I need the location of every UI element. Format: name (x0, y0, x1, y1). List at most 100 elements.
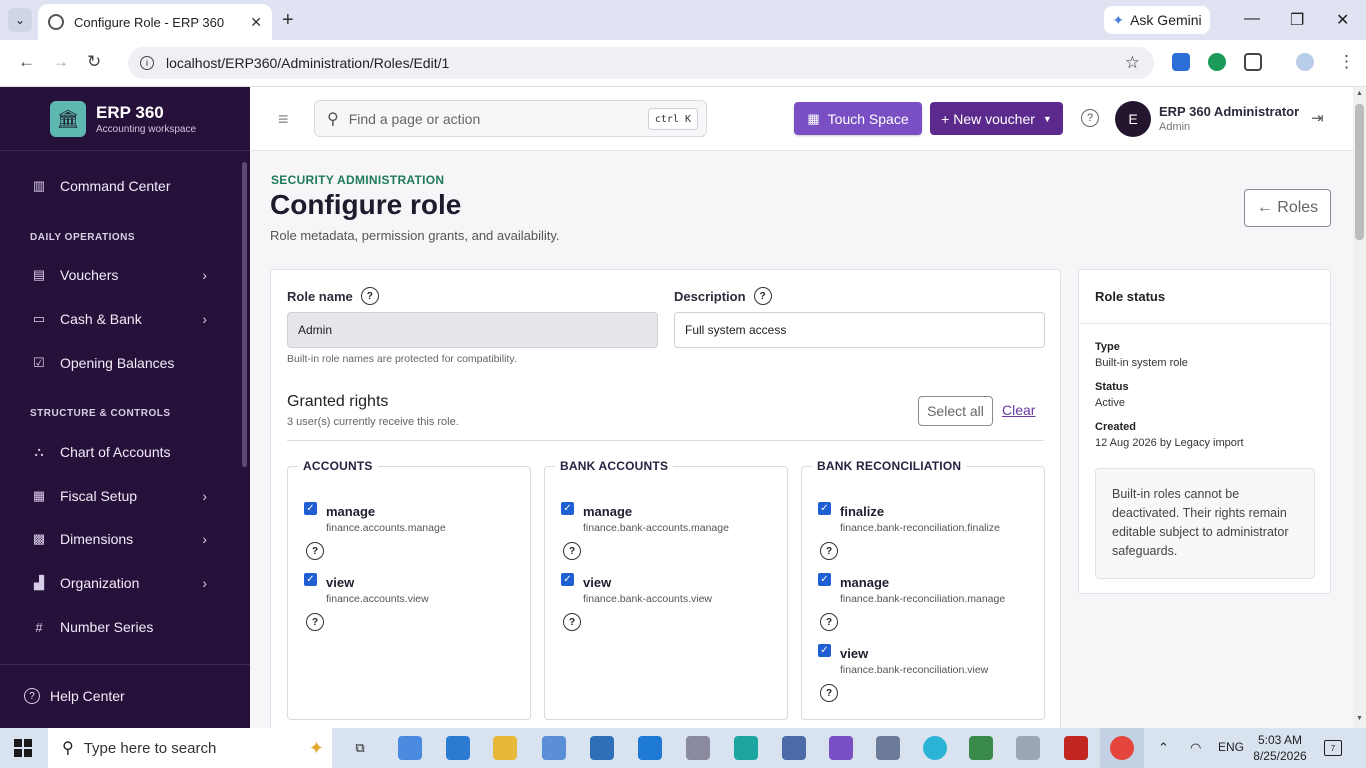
sidebar-item-fiscal-setup[interactable]: ▦ Fiscal Setup › (30, 484, 215, 508)
wifi-icon[interactable]: ◠ (1190, 740, 1201, 756)
new-voucher-button[interactable]: + New voucher ▼ (930, 102, 1063, 135)
extension-blue-icon[interactable] (1172, 53, 1190, 71)
tray-chevron-icon[interactable]: ⌃ (1158, 740, 1169, 756)
page-scrollbar[interactable]: ▲ ▼ (1353, 87, 1366, 728)
reload-icon[interactable]: ↻ (87, 52, 101, 72)
permission-group-bank-reconciliation: BANK RECONCILIATION ✓ finalize finance.b… (801, 459, 1045, 720)
sidebar-item-label: Organization (60, 575, 140, 591)
help-circle-icon[interactable]: ? (306, 613, 324, 631)
scroll-up-icon[interactable]: ▲ (1356, 90, 1363, 97)
grid-icon: ▩ (32, 531, 46, 546)
notepad-icon[interactable] (969, 736, 993, 760)
tab-search-icon[interactable]: ⌄ (8, 8, 32, 32)
chevron-right-icon: › (202, 267, 207, 283)
url-text: localhost/ERP360/Administration/Roles/Ed… (166, 55, 450, 71)
help-circle-icon[interactable]: ? (820, 684, 838, 702)
sidebar-item-number-series[interactable]: # Number Series (30, 615, 215, 639)
checkbox-checked[interactable]: ✓ (561, 502, 574, 515)
search-input[interactable]: ⚲ Find a page or action ctrl K (314, 100, 707, 137)
help-icon[interactable]: ? (1081, 109, 1099, 127)
restore-icon[interactable]: ❐ (1290, 10, 1304, 30)
help-circle-icon[interactable]: ? (563, 542, 581, 560)
checkbox-checked[interactable]: ✓ (561, 573, 574, 586)
close-tab-icon[interactable]: ✕ (250, 14, 262, 31)
canva-icon[interactable] (923, 736, 947, 760)
sidebar-item-chart-of-accounts[interactable]: ⛬ Chart of Accounts (30, 440, 215, 464)
notifications-icon[interactable]: 7 (1324, 740, 1342, 756)
taskbar-search-input[interactable]: ⚲ Type here to search ✦ (48, 728, 332, 768)
checkbox-checked[interactable]: ✓ (304, 502, 317, 515)
filezilla-icon[interactable] (1064, 736, 1088, 760)
sidebar-item-command-center[interactable]: ▥ Command Center (30, 174, 215, 198)
sidebar-item-opening-balances[interactable]: ☑ Opening Balances (30, 351, 215, 375)
copilot-icon[interactable] (398, 736, 422, 760)
sidebar-item-cash-bank[interactable]: ▭ Cash & Bank › (30, 307, 215, 331)
logout-icon[interactable]: ⇥ (1311, 109, 1324, 127)
database-icon[interactable] (782, 736, 806, 760)
description-field[interactable]: Full system access (674, 312, 1045, 348)
help-circle-icon[interactable]: ? (820, 542, 838, 560)
ask-gemini-button[interactable]: ✦ Ask Gemini (1104, 6, 1210, 34)
sidebar-item-vouchers[interactable]: ▤ Vouchers › (30, 263, 215, 287)
clock[interactable]: 5:03 AM 8/25/2026 (1250, 732, 1310, 764)
address-bar: ← → ↻ i localhost/ERP360/Administration/… (0, 40, 1366, 87)
hash-icon: # (35, 619, 43, 635)
scroll-down-icon[interactable]: ▼ (1356, 715, 1363, 722)
help-circle-icon[interactable]: ? (563, 613, 581, 631)
extensions-puzzle-icon[interactable] (1244, 53, 1262, 71)
server-icon[interactable] (1016, 736, 1040, 760)
utility-icon[interactable] (876, 736, 900, 760)
checkbox-checked[interactable]: ✓ (818, 644, 831, 657)
back-to-roles-button[interactable]: ← Roles (1244, 189, 1331, 227)
minimize-icon[interactable]: — (1244, 10, 1260, 28)
edge-icon[interactable] (734, 736, 758, 760)
sidebar-footer-divider (0, 664, 250, 665)
chrome-icon[interactable] (1110, 736, 1134, 760)
help-circle-icon[interactable]: ? (820, 613, 838, 631)
back-arrow-icon[interactable]: ← (18, 52, 35, 72)
checkbox-checked[interactable]: ✓ (304, 573, 317, 586)
language-indicator[interactable]: ENG (1218, 740, 1244, 754)
avatar[interactable]: E (1115, 101, 1151, 137)
browser-tab[interactable]: Configure Role - ERP 360 ✕ (38, 4, 272, 40)
bookmark-star-icon[interactable]: ☆ (1125, 53, 1140, 73)
shortcut-hint: ctrl K (647, 108, 698, 130)
chevron-right-icon: › (202, 488, 207, 504)
visual-studio-icon[interactable] (829, 736, 853, 760)
file-explorer-icon[interactable] (493, 736, 517, 760)
close-window-icon[interactable]: ✕ (1336, 10, 1349, 30)
app-suite-icon[interactable] (542, 736, 566, 760)
help-circle-icon[interactable]: ? (306, 542, 324, 560)
site-info-icon[interactable]: i (140, 56, 154, 70)
clock-date: 8/25/2026 (1253, 749, 1307, 763)
new-tab-button[interactable]: + (282, 9, 294, 32)
scrollbar-thumb[interactable] (1355, 104, 1364, 240)
help-circle-icon[interactable]: ? (753, 287, 772, 305)
role-name-field[interactable]: Admin (287, 312, 658, 348)
browser-menu-icon[interactable]: ⋮ (1338, 52, 1355, 72)
help-center-link[interactable]: ? Help Center (24, 688, 125, 704)
help-circle-icon[interactable]: ? (360, 287, 379, 305)
brand[interactable]: 🏛 ERP 360 Accounting workspace (50, 101, 196, 137)
vscode-icon[interactable] (638, 736, 662, 760)
clear-button[interactable]: Clear (1002, 402, 1035, 418)
touch-space-button[interactable]: ▦ Touch Space (794, 102, 922, 135)
windows-start-icon[interactable] (14, 739, 32, 757)
tools-icon[interactable] (686, 736, 710, 760)
profile-icon[interactable] (1296, 53, 1314, 71)
sidebar-scrollbar[interactable] (242, 162, 247, 467)
menu-toggle-icon[interactable]: ≡ (278, 109, 289, 130)
group-title: BANK RECONCILIATION (812, 459, 967, 473)
select-all-button[interactable]: Select all (918, 396, 993, 426)
forward-arrow-icon[interactable]: → (52, 52, 69, 72)
url-field[interactable]: i localhost/ERP360/Administration/Roles/… (128, 47, 1154, 79)
app-blue-icon[interactable] (446, 736, 470, 760)
remote-desktop-icon[interactable] (590, 736, 614, 760)
task-view-icon[interactable]: ⧉ (348, 736, 372, 760)
checkbox-checked[interactable]: ✓ (818, 573, 831, 586)
brand-name: ERP 360 (96, 103, 164, 122)
grammarly-icon[interactable] (1208, 53, 1226, 71)
sidebar-item-organization[interactable]: ▟ Organization › (30, 571, 215, 595)
checkbox-checked[interactable]: ✓ (818, 502, 831, 515)
sidebar-item-dimensions[interactable]: ▩ Dimensions › (30, 527, 215, 551)
